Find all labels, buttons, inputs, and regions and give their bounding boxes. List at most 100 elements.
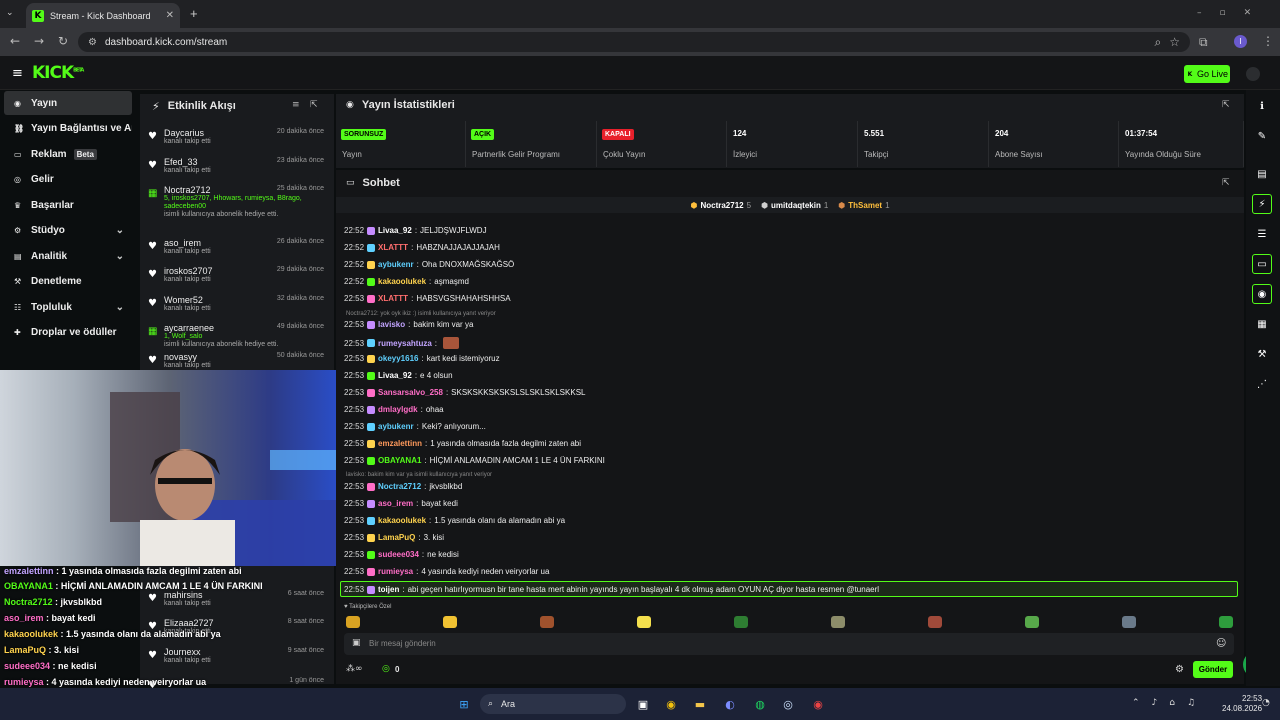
- hamburger-menu-icon[interactable]: ≡: [12, 66, 23, 81]
- emoji-icon[interactable]: ☺: [1216, 638, 1226, 649]
- chat-username[interactable]: aso_irem: [378, 499, 413, 508]
- profile-avatar[interactable]: I: [1234, 35, 1247, 48]
- chat-username[interactable]: LamaPuQ: [378, 533, 415, 542]
- sidebar-item-9[interactable]: ✚ Droplar ve ödüller: [4, 321, 132, 345]
- system-tray-icons[interactable]: ⌃♪⌂♫: [1132, 698, 1207, 708]
- emote-button[interactable]: [1219, 616, 1233, 628]
- chrome-icon[interactable]: ◉: [661, 694, 681, 714]
- edit-icon[interactable]: ✎: [1252, 126, 1272, 146]
- url-field[interactable]: ⚙ dashboard.kick.com/stream ⌕ ☆: [78, 32, 1190, 52]
- list-icon[interactable]: ☰: [1252, 224, 1272, 244]
- clock[interactable]: 22:53 24.08.2026: [1222, 694, 1262, 714]
- emote-button[interactable]: [540, 616, 554, 628]
- chat-username[interactable]: aybukenr: [378, 260, 414, 269]
- sidebar-item-0[interactable]: ◉ Yayın: [4, 91, 132, 115]
- chat-username[interactable]: dmlaylgdk: [378, 405, 418, 414]
- chat-username[interactable]: kakaoolukek: [378, 277, 426, 286]
- browser-menu-icon[interactable]: ⋮: [1262, 34, 1274, 48]
- chat-username[interactable]: kakaoolukek: [378, 516, 426, 525]
- bookmark-star-icon[interactable]: ☆: [1169, 35, 1180, 49]
- back-icon[interactable]: ←: [10, 34, 20, 48]
- chat-username[interactable]: lavisko: [378, 320, 405, 329]
- chat-badge-icon: [367, 550, 375, 559]
- popout-icon[interactable]: ⇱: [310, 100, 318, 110]
- task-view-icon[interactable]: ▣: [633, 694, 653, 714]
- chat-username[interactable]: OBAYANA1: [378, 456, 421, 465]
- chat-username[interactable]: rumieysa: [378, 567, 413, 576]
- activity-time: 50 dakika önce: [276, 352, 324, 359]
- chat-message-input[interactable]: ▣ Bir mesaj gönderin ☺: [344, 633, 1234, 655]
- emote-button[interactable]: [734, 616, 748, 628]
- emote-button[interactable]: [831, 616, 845, 628]
- emote-button[interactable]: [637, 616, 651, 628]
- stats-popout-icon[interactable]: ⇱: [1222, 100, 1230, 110]
- chat-username[interactable]: aybukenr: [378, 422, 414, 431]
- notifications-icon[interactable]: ◔: [1262, 698, 1270, 708]
- chat-rail-icon[interactable]: ▭: [1252, 254, 1272, 274]
- sidebar-item-6[interactable]: ▤ Analitik ⌄: [4, 244, 132, 268]
- zoom-icon[interactable]: ⌕: [1155, 35, 1162, 50]
- share-icon[interactable]: ⋰: [1252, 374, 1272, 394]
- browser-tab[interactable]: K Stream - Kick Dashboard ✕: [26, 3, 180, 28]
- filter-icon[interactable]: ≡: [292, 100, 300, 110]
- sidebar-item-7[interactable]: ⚒ Denetleme: [4, 270, 132, 294]
- emote-button[interactable]: [1025, 616, 1039, 628]
- site-info-icon[interactable]: ⚙: [88, 37, 97, 48]
- new-tab-icon[interactable]: +: [190, 6, 198, 21]
- chat-username[interactable]: toijen: [378, 585, 399, 594]
- info-icon[interactable]: ℹ: [1252, 96, 1272, 116]
- message-mode-icon[interactable]: ▣: [352, 638, 361, 648]
- chat-username[interactable]: emzalettinn: [378, 439, 422, 448]
- activity-rail-icon[interactable]: ⚡: [1252, 194, 1272, 214]
- spotify-icon[interactable]: ◍: [750, 694, 770, 714]
- layout-icon[interactable]: ▤: [1252, 164, 1272, 184]
- go-live-button[interactable]: K Go Live: [1184, 65, 1230, 83]
- taskbar-search[interactable]: ⌕ Ara: [480, 694, 626, 714]
- sidebar-item-5[interactable]: ⚙ Stüdyo ⌄: [4, 219, 132, 243]
- user-avatar[interactable]: [1246, 67, 1260, 81]
- chat-username[interactable]: Sansarsalvo_258: [378, 388, 443, 397]
- extensions-icon[interactable]: ⧉: [1199, 35, 1208, 50]
- chat-colon: :: [416, 499, 419, 508]
- chat-username[interactable]: XLATTT: [378, 294, 408, 303]
- tab-search-icon[interactable]: ⌄: [6, 7, 14, 18]
- emote-button[interactable]: [1122, 616, 1136, 628]
- windows-start-icon[interactable]: ⊞: [454, 694, 474, 714]
- chat-timestamp: 22:53: [344, 550, 365, 559]
- emote-button[interactable]: [346, 616, 360, 628]
- steam-icon[interactable]: ◎: [778, 694, 798, 714]
- chat-message: 22:53 emzalettinn:1 yasında olmasıda fazl…: [344, 439, 581, 448]
- reload-icon[interactable]: ↻: [58, 34, 68, 48]
- chat-users-icon[interactable]: ⁂∞: [346, 664, 363, 674]
- recording-app-icon[interactable]: ◉: [808, 694, 828, 714]
- discord-icon[interactable]: ◐: [720, 694, 740, 714]
- emote-tab-label[interactable]: ♥ Takipçilere Özel: [344, 604, 391, 610]
- chat-username[interactable]: Livaa_92: [378, 371, 412, 380]
- send-button[interactable]: Gönder: [1193, 661, 1233, 678]
- sidebar-item-1[interactable]: ⛓ Yayın Bağlantısı ve Anahtarı: [4, 117, 132, 141]
- chat-settings-icon[interactable]: ⚙: [1175, 664, 1184, 675]
- chat-username[interactable]: Livaa_92: [378, 226, 412, 235]
- chat-username[interactable]: Noctra2712: [378, 482, 421, 491]
- mod-icon[interactable]: ▦: [1252, 314, 1272, 334]
- kick-logo[interactable]: KICKBETA: [32, 63, 84, 83]
- window-controls[interactable]: –▫✕: [1197, 8, 1269, 18]
- chat-text: 1.5 yasında olanı da alamadın abi ya: [434, 516, 566, 525]
- chat-username[interactable]: XLATTT: [378, 243, 408, 252]
- sidebar-item-2[interactable]: ▭ Reklam Beta: [4, 142, 132, 166]
- sidebar-item-3[interactable]: ◎ Gelir: [4, 168, 132, 192]
- forward-icon[interactable]: →: [34, 34, 44, 48]
- logo-beta: BETA: [73, 67, 84, 74]
- close-tab-icon[interactable]: ✕: [166, 10, 174, 21]
- stats-rail-icon[interactable]: ◉: [1252, 284, 1272, 304]
- chat-username[interactable]: okeyy1616: [378, 354, 418, 363]
- chat-popout-icon[interactable]: ⇱: [1222, 178, 1230, 188]
- sidebar-item-4[interactable]: ♛ Başarılar: [4, 193, 132, 217]
- emote-button[interactable]: [443, 616, 457, 628]
- chat-username[interactable]: rumeysahtuza: [378, 339, 432, 348]
- emote-button[interactable]: [928, 616, 942, 628]
- chat-username[interactable]: sudeee034: [378, 550, 419, 559]
- file-explorer-icon[interactable]: ▬: [690, 694, 710, 714]
- wrench-icon[interactable]: ⚒: [1252, 344, 1272, 364]
- sidebar-item-8[interactable]: ☷ Topluluk ⌄: [4, 295, 132, 319]
